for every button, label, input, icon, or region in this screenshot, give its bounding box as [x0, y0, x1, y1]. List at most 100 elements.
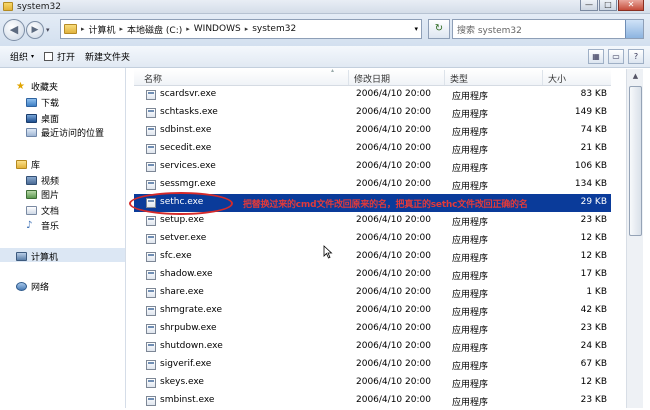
recent-pages-dropdown[interactable]: ▾	[46, 26, 50, 34]
sidebar-item-downloads[interactable]: 下载	[26, 96, 59, 109]
file-type: 应用程序	[452, 380, 489, 390]
sidebar-item-computer[interactable]: 计算机	[16, 250, 58, 263]
file-name: services.exe	[160, 161, 216, 171]
organize-label: 组织	[10, 53, 29, 63]
address-bar[interactable]: ▸ 计算机 ▸ 本地磁盘 (C:) ▸ WINDOWS ▸ system32 ▾	[60, 19, 422, 39]
file-name: shmgrate.exe	[160, 305, 222, 315]
application-icon	[146, 288, 156, 298]
library-icon	[16, 160, 27, 169]
breadcrumb-local-disk[interactable]: 本地磁盘 (C:)	[127, 23, 182, 36]
chevron-right-icon[interactable]: ▸	[81, 25, 85, 33]
file-size: 149 KB	[574, 107, 607, 117]
breadcrumb-system32[interactable]: system32	[252, 24, 296, 34]
open-label: 打开	[57, 53, 76, 63]
list-item[interactable]: share.exe 2006/4/10 20:00 应用程序 1 KB	[134, 284, 611, 302]
search-icon[interactable]	[625, 20, 643, 38]
list-item[interactable]: services.exe 2006/4/10 20:00 应用程序 106 KB	[134, 158, 611, 176]
list-item[interactable]: setup.exe 2006/4/10 20:00 应用程序 23 KB	[134, 212, 611, 230]
column-divider[interactable]	[542, 70, 543, 85]
breadcrumb-computer[interactable]: 计算机	[89, 23, 116, 36]
sidebar-item-music[interactable]: ♪ 音乐	[26, 219, 59, 233]
back-button[interactable]: ◀	[3, 19, 25, 41]
column-divider[interactable]	[348, 70, 349, 85]
preview-pane-button[interactable]: ▭	[608, 49, 624, 64]
sidebar-item-label: 图片	[41, 191, 60, 201]
file-name: skeys.exe	[160, 377, 204, 387]
file-date: 2006/4/10 20:00	[356, 323, 431, 333]
column-header-modified[interactable]: 修改日期	[354, 72, 390, 85]
forward-button[interactable]: ▶	[26, 21, 44, 39]
minimize-button[interactable]: —	[580, 0, 598, 11]
list-item[interactable]: scardsvr.exe 2006/4/10 20:00 应用程序 83 KB	[134, 86, 611, 104]
sidebar-item-favorites[interactable]: ★ 收藏夹	[16, 80, 59, 94]
help-button[interactable]: ?	[628, 49, 644, 64]
list-item[interactable]: sigverif.exe 2006/4/10 20:00 应用程序 67 KB	[134, 356, 611, 374]
column-header-row: ▴ 名称 修改日期 类型 大小	[134, 67, 611, 86]
change-view-button[interactable]: ▦	[588, 49, 604, 64]
list-item[interactable]: shadow.exe 2006/4/10 20:00 应用程序 17 KB	[134, 266, 611, 284]
annotation-circle	[129, 192, 233, 215]
column-divider[interactable]	[444, 70, 445, 85]
column-header-type[interactable]: 类型	[450, 72, 468, 85]
search-input[interactable]: 搜索 system32	[452, 19, 644, 39]
list-item[interactable]: shmgrate.exe 2006/4/10 20:00 应用程序 42 KB	[134, 302, 611, 320]
file-type: 应用程序	[452, 290, 489, 300]
sidebar-item-documents[interactable]: 文档	[26, 204, 59, 217]
list-item[interactable]: shrpubw.exe 2006/4/10 20:00 应用程序 23 KB	[134, 320, 611, 338]
file-size: 42 KB	[580, 305, 607, 315]
sidebar-item-videos[interactable]: 视频	[26, 174, 59, 187]
window-controls: — □ ✕	[579, 0, 644, 14]
file-size: 21 KB	[580, 143, 607, 153]
list-item[interactable]: sessmgr.exe 2006/4/10 20:00 应用程序 134 KB	[134, 176, 611, 194]
title-bar: system32 — □ ✕	[0, 0, 650, 14]
folder-icon	[3, 2, 13, 11]
list-item[interactable]: sfc.exe 2006/4/10 20:00 应用程序 12 KB	[134, 248, 611, 266]
column-header-size[interactable]: 大小	[548, 72, 566, 85]
list-item[interactable]: secedit.exe 2006/4/10 20:00 应用程序 21 KB	[134, 140, 611, 158]
refresh-button[interactable]: ↻	[428, 19, 450, 39]
list-item[interactable]: skeys.exe 2006/4/10 20:00 应用程序 12 KB	[134, 374, 611, 392]
new-folder-button[interactable]: 新建文件夹	[85, 50, 130, 63]
organize-menu[interactable]: 组织 ▾	[10, 50, 34, 63]
file-size: 17 KB	[580, 269, 607, 279]
application-icon	[146, 216, 156, 226]
breadcrumb-windows[interactable]: WINDOWS	[194, 24, 241, 34]
sidebar-item-recent[interactable]: 最近访问的位置	[26, 126, 104, 139]
close-button[interactable]: ✕	[618, 0, 644, 11]
address-dropdown-icon[interactable]: ▾	[414, 25, 418, 33]
chevron-right-icon[interactable]: ▸	[120, 25, 124, 33]
application-icon	[146, 342, 156, 352]
open-button[interactable]: 打开	[44, 50, 75, 63]
music-icon: ♪	[26, 220, 33, 231]
list-item[interactable]: setver.exe 2006/4/10 20:00 应用程序 12 KB	[134, 230, 611, 248]
chevron-right-icon[interactable]: ▸	[245, 25, 249, 33]
pictures-icon	[26, 190, 37, 199]
file-name: setup.exe	[160, 215, 204, 225]
sidebar-item-desktop[interactable]: 桌面	[26, 112, 59, 125]
file-name: share.exe	[160, 287, 204, 297]
sidebar-item-pictures[interactable]: 图片	[26, 188, 59, 201]
application-icon	[146, 234, 156, 244]
sidebar-item-network[interactable]: 网络	[16, 280, 49, 293]
sidebar-item-label: 收藏夹	[31, 83, 59, 93]
sidebar-item-libraries[interactable]: 库	[16, 158, 40, 171]
maximize-button[interactable]: □	[599, 0, 617, 11]
sidebar-item-label: 计算机	[31, 253, 59, 263]
column-header-name[interactable]: 名称	[144, 72, 162, 85]
file-date: 2006/4/10 20:00	[356, 143, 431, 153]
window-title: system32	[17, 1, 61, 12]
list-item[interactable]: sdbinst.exe 2006/4/10 20:00 应用程序 74 KB	[134, 122, 611, 140]
sidebar-item-label: 库	[31, 161, 41, 171]
file-type: 应用程序	[452, 308, 489, 318]
scroll-up-icon[interactable]: ▲	[628, 69, 643, 84]
list-item[interactable]: smbinst.exe 2006/4/10 20:00 应用程序 23 KB	[134, 392, 611, 410]
mouse-cursor-icon	[323, 245, 333, 259]
vertical-scrollbar[interactable]: ▲	[626, 69, 643, 408]
list-item[interactable]: schtasks.exe 2006/4/10 20:00 应用程序 149 KB	[134, 104, 611, 122]
list-item[interactable]: shutdown.exe 2006/4/10 20:00 应用程序 24 KB	[134, 338, 611, 356]
downloads-icon	[26, 98, 37, 107]
scrollbar-thumb[interactable]	[629, 86, 642, 236]
file-type: 应用程序	[452, 272, 489, 282]
file-date: 2006/4/10 20:00	[356, 251, 431, 261]
chevron-right-icon[interactable]: ▸	[186, 25, 190, 33]
